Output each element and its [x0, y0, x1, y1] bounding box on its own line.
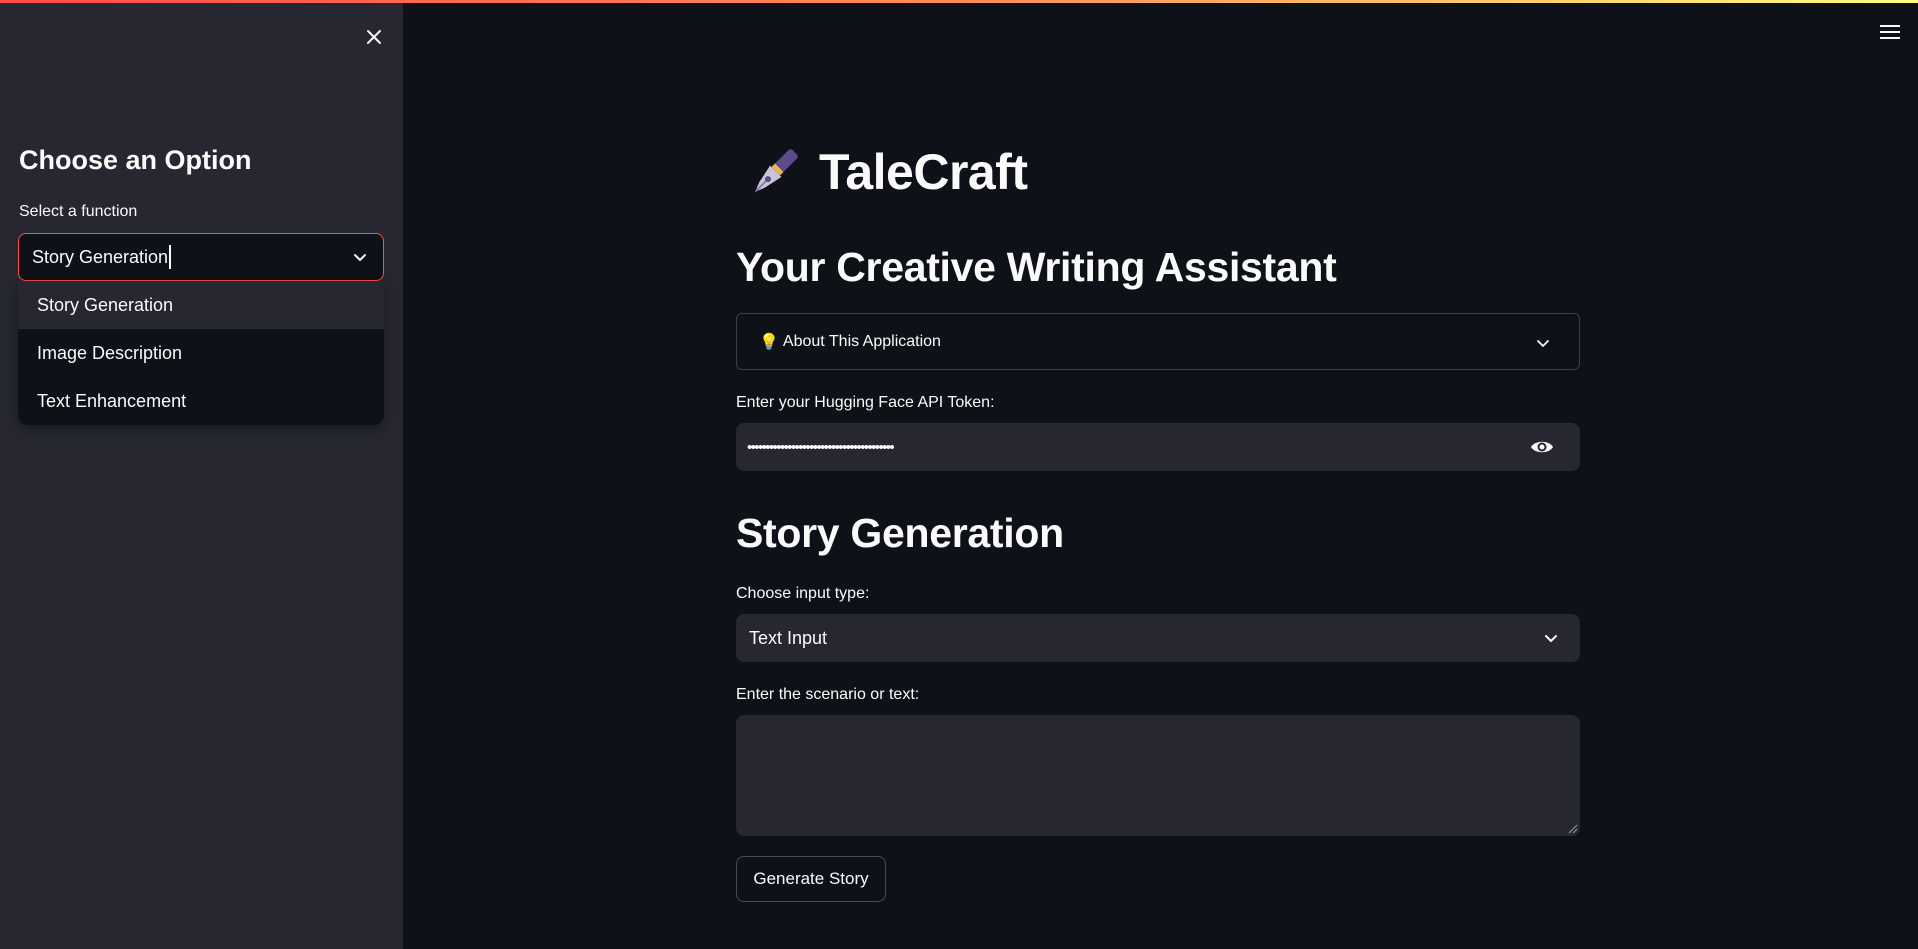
scenario-textarea[interactable]: [736, 715, 1580, 836]
app-title: TaleCraft: [745, 140, 1028, 204]
chevron-down-icon[interactable]: [1535, 335, 1551, 351]
input-type-label: Choose input type:: [736, 585, 870, 602]
close-icon[interactable]: [365, 28, 383, 46]
generate-story-button[interactable]: Generate Story: [736, 856, 886, 902]
eye-icon[interactable]: [1530, 436, 1554, 458]
resize-handle-icon[interactable]: [1568, 824, 1578, 834]
function-select-value: Story Generation: [32, 246, 169, 267]
api-token-value: ••••••••••••••••••••••••••••••••••••••••: [747, 438, 895, 456]
about-expander[interactable]: 💡 About This Application: [736, 313, 1580, 370]
section-title: Story Generation: [736, 510, 1064, 556]
input-type-value: Text Input: [749, 627, 828, 648]
dropdown-option-story-generation[interactable]: Story Generation: [18, 281, 384, 329]
page-subtitle: Your Creative Writing Assistant: [736, 244, 1337, 290]
api-token-input[interactable]: ••••••••••••••••••••••••••••••••••••••••: [736, 423, 1580, 471]
select-function-label: Select a function: [19, 203, 138, 220]
hamburger-menu-icon[interactable]: [1880, 25, 1900, 27]
about-expander-label: About This Application: [782, 332, 941, 350]
scenario-label: Enter the scenario or text:: [736, 686, 920, 703]
api-token-label: Enter your Hugging Face API Token:: [736, 394, 995, 411]
dropdown-option-text-enhancement[interactable]: Text Enhancement: [18, 377, 384, 425]
function-select[interactable]: Story Generation: [18, 233, 384, 281]
fountain-pen-icon: [754, 149, 798, 193]
chevron-down-icon[interactable]: [351, 248, 369, 266]
function-dropdown-menu: Story Generation Image Description Text …: [18, 281, 384, 425]
sidebar-heading: Choose an Option: [19, 145, 252, 175]
chevron-down-icon[interactable]: [1542, 629, 1560, 647]
input-type-select[interactable]: Text Input: [736, 614, 1580, 662]
light-bulb-icon: 💡: [759, 333, 779, 351]
close-sidebar-button[interactable]: [360, 23, 388, 51]
text-cursor: [169, 245, 171, 269]
app-title-text: TaleCraft: [819, 144, 1028, 200]
sidebar: Choose an Option Select a function Story…: [0, 3, 403, 949]
main-menu-button[interactable]: [1878, 20, 1902, 44]
dropdown-option-image-description[interactable]: Image Description: [18, 329, 384, 377]
